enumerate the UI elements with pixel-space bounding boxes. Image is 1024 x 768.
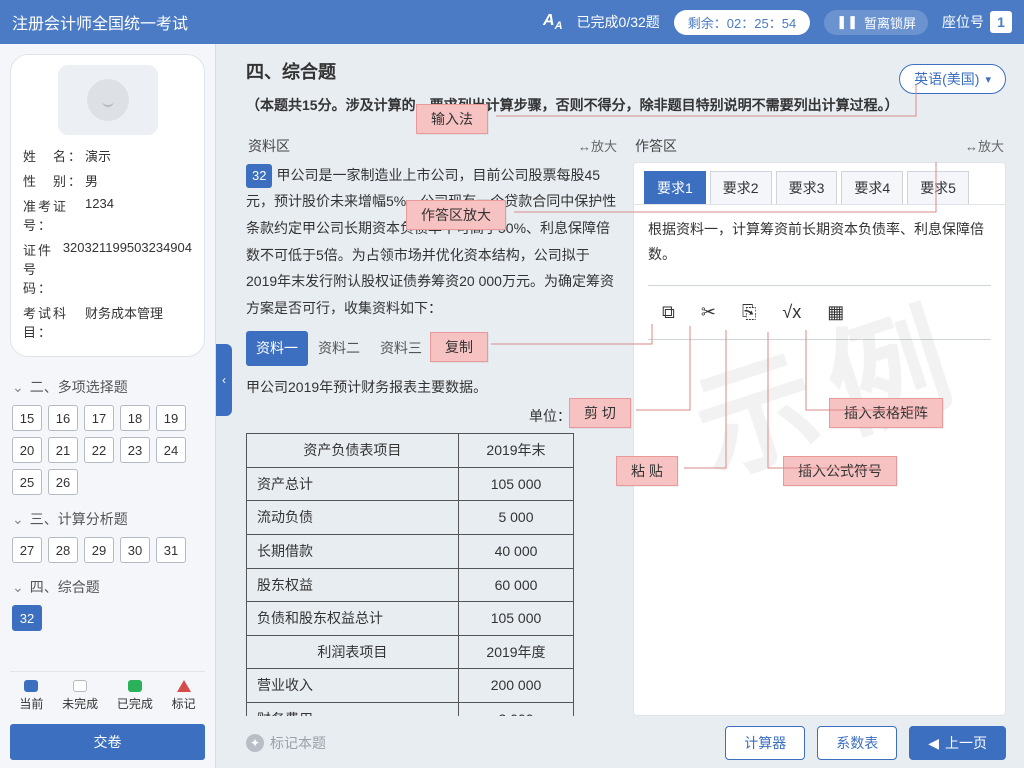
timer-pill: 剩余：02：25：54: [674, 10, 810, 35]
table-row: 流动负债5 000: [247, 501, 574, 535]
answer-head: 作答区: [635, 136, 677, 156]
material-head: 资料区: [248, 136, 290, 156]
answer-tab[interactable]: 要求4: [841, 171, 903, 204]
answer-tab[interactable]: 要求5: [907, 171, 969, 204]
chevron-left-icon: ◀: [928, 735, 939, 752]
material-text: 甲公司是一家制造业上市公司，目前公司股票每股45元，预计股价未来增幅5%。公司现…: [246, 167, 616, 316]
question-box[interactable]: 28: [48, 537, 78, 563]
lock-button[interactable]: ❚❚暂离锁屏: [824, 10, 928, 35]
font-size-icon[interactable]: AA: [543, 12, 563, 32]
avatar: [58, 65, 158, 135]
callout-table: 插入表格矩阵: [829, 398, 943, 428]
callout-paste: 粘 贴: [616, 456, 678, 486]
table-row: 负债和股东权益总计105 000: [247, 602, 574, 636]
question-number: 32: [246, 164, 272, 189]
question-grid: 2728293031: [10, 537, 205, 567]
seat-info: 座位号1: [942, 11, 1012, 33]
profile-row: 准考证号：1234: [23, 193, 192, 237]
callout-formula: 插入公式符号: [783, 456, 897, 486]
calculator-button[interactable]: 计算器: [725, 726, 805, 760]
progress-text: 已完成0/32题: [577, 12, 660, 32]
profile-row: 考试科目：财务成本管理: [23, 300, 192, 344]
question-box[interactable]: 16: [48, 405, 78, 431]
answer-tab[interactable]: 要求2: [710, 171, 772, 204]
profile-row: 性 别：男: [23, 168, 192, 193]
paste-icon[interactable]: ⎘: [742, 296, 756, 328]
material-subline: 甲公司2019年预计财务报表主要数据。: [246, 374, 619, 401]
profile-card: 姓 名：演示性 别：男准考证号：1234证件号码：320321199503234…: [10, 54, 205, 357]
question-box[interactable]: 32: [12, 605, 42, 631]
footer-bar: ✦标记本题 计算器 系数表 ◀上一页: [246, 716, 1006, 760]
material-tab[interactable]: 资料一: [246, 331, 308, 366]
bookmark-icon: ✦: [246, 734, 264, 752]
question-box[interactable]: 22: [84, 437, 114, 463]
chevron-down-icon: [12, 511, 24, 528]
section-desc: （本题共15分。涉及计算的，要求列出计算步骤，否则不得分，除非题目特别说明不需要…: [246, 94, 1006, 118]
callout-copy: 复制: [430, 332, 488, 362]
material-expand[interactable]: ↔放大: [578, 136, 617, 155]
question-box[interactable]: 20: [12, 437, 42, 463]
pause-icon: ❚❚: [836, 14, 858, 30]
question-box[interactable]: 18: [120, 405, 150, 431]
cut-icon[interactable]: ✂: [701, 296, 716, 328]
table-row: 长期借款40 000: [247, 535, 574, 569]
answer-prompt: 根据资料一，计算筹资前长期资本负债率、利息保障倍数。: [648, 217, 991, 267]
nav-section-head[interactable]: 四、综合题: [10, 567, 205, 605]
answer-tab[interactable]: 要求3: [776, 171, 838, 204]
question-box[interactable]: 21: [48, 437, 78, 463]
formula-icon[interactable]: √x: [782, 296, 801, 328]
question-box[interactable]: 24: [156, 437, 186, 463]
sidebar: 姓 名：演示性 别：男准考证号：1234证件号码：320321199503234…: [0, 44, 216, 768]
prev-page-button[interactable]: ◀上一页: [909, 726, 1006, 760]
question-box[interactable]: 17: [84, 405, 114, 431]
editor-toolbar: ⧉ ✂ ⎘ √x ▦: [648, 285, 991, 339]
question-box[interactable]: 31: [156, 537, 186, 563]
unit-label: 单位：万元: [246, 403, 619, 430]
legend: 当前 未完成 已完成 标记: [10, 671, 205, 718]
material-tab[interactable]: 资料二: [308, 331, 370, 366]
answer-pane-wrapper: 作答区 ↔放大 要求1要求2要求3要求4要求5 根据资料一，计算筹资前长期资本负…: [633, 132, 1006, 716]
callout-cut: 剪 切: [569, 398, 631, 428]
question-box[interactable]: 30: [120, 537, 150, 563]
coefficient-button[interactable]: 系数表: [817, 726, 897, 760]
question-box[interactable]: 25: [12, 469, 42, 495]
question-grid: 1516171819 2021222324 2526: [10, 405, 205, 499]
question-box[interactable]: 15: [12, 405, 42, 431]
ime-language-select[interactable]: 英语(美国): [899, 64, 1006, 94]
main-area: ‹ 英语(美国) 四、综合题 （本题共15分。涉及计算的，要求列出计算步骤，否则…: [216, 44, 1024, 768]
callout-answer-expand: 作答区放大: [406, 200, 506, 230]
question-box[interactable]: 23: [120, 437, 150, 463]
app-title: 注册会计师全国统一考试: [12, 10, 543, 34]
chevron-down-icon: [12, 379, 24, 396]
section-title: 四、综合题: [246, 58, 1006, 84]
table-row: 股东权益60 000: [247, 568, 574, 602]
copy-icon[interactable]: ⧉: [662, 296, 675, 328]
balance-table: 资产负债表项目2019年末资产总计105 000流动负债5 000长期借款40 …: [246, 433, 574, 716]
callout-input-method: 输入法: [416, 104, 488, 134]
nav-section-head[interactable]: 二、多项选择题: [10, 367, 205, 405]
submit-button[interactable]: 交卷: [10, 724, 205, 760]
mark-question[interactable]: ✦标记本题: [246, 733, 326, 753]
question-box[interactable]: 29: [84, 537, 114, 563]
material-tab[interactable]: 资料三: [370, 331, 432, 366]
table-row: 资产总计105 000: [247, 467, 574, 501]
table-row: 营业收入200 000: [247, 669, 574, 703]
collapse-handle[interactable]: ‹: [216, 344, 232, 416]
table-row: 财务费用2 000: [247, 702, 574, 716]
profile-row: 姓 名：演示: [23, 143, 192, 168]
question-box[interactable]: 27: [12, 537, 42, 563]
answer-expand[interactable]: ↔放大: [965, 136, 1004, 155]
question-box[interactable]: 26: [48, 469, 78, 495]
chevron-down-icon: [12, 579, 24, 596]
table-icon[interactable]: ▦: [827, 296, 844, 328]
question-grid: 32: [10, 605, 205, 635]
app-header: 注册会计师全国统一考试 AA 已完成0/32题 剩余：02：25：54 ❚❚暂离…: [0, 0, 1024, 44]
profile-row: 证件号码：320321199503234904: [23, 237, 192, 300]
question-box[interactable]: 19: [156, 405, 186, 431]
answer-tab[interactable]: 要求1: [644, 171, 706, 204]
nav-section-head[interactable]: 三、计算分析题: [10, 499, 205, 537]
